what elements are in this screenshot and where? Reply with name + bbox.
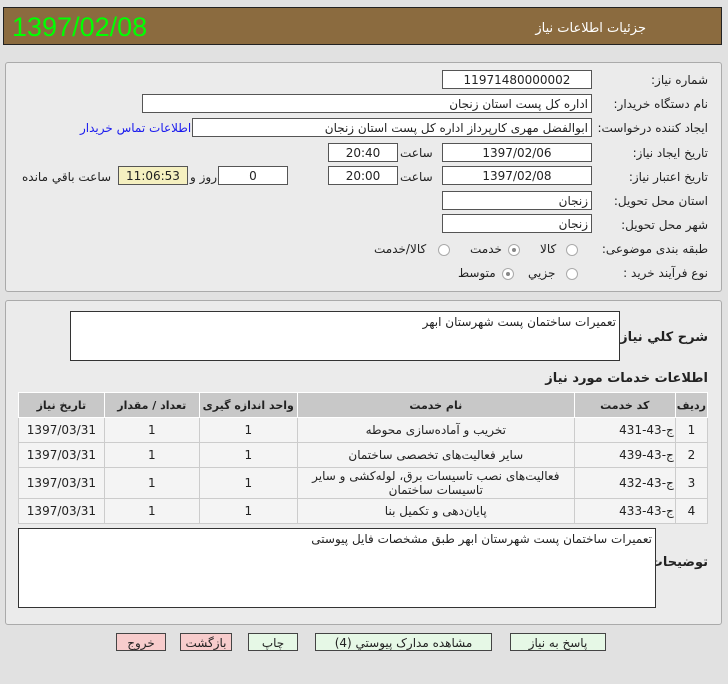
created-date-field: 1397/02/06 bbox=[442, 143, 592, 162]
exit-button[interactable]: خروج bbox=[116, 633, 166, 651]
category-option-both: کالا/خدمت bbox=[374, 242, 427, 256]
city-label: شهر محل تحویل: bbox=[621, 218, 708, 232]
table-cell: 2 bbox=[674, 442, 709, 468]
col-date: تاریخ نیاز bbox=[18, 392, 105, 418]
table-cell: ج-43-433 bbox=[573, 498, 676, 524]
table-cell: 1 bbox=[198, 498, 298, 524]
province-label: استان محل تحویل: bbox=[613, 194, 708, 208]
table-cell: ج-43-432 bbox=[573, 467, 676, 499]
table-cell: پایان‌دهی و تکمیل بنا bbox=[296, 498, 575, 524]
process-option-medium: متوسط bbox=[458, 266, 496, 280]
col-row: ردیف bbox=[674, 392, 709, 418]
validity-date-label: تاریخ اعتبار نیاز: bbox=[628, 170, 708, 184]
reply-button[interactable]: پاسخ به نیاز bbox=[510, 633, 606, 651]
col-code: کد خدمت bbox=[573, 392, 676, 418]
table-cell: سایر فعالیت‌های تخصصی ساختمان bbox=[296, 442, 575, 468]
validity-time-label: ساعت bbox=[400, 170, 433, 184]
table-cell: 1 bbox=[674, 417, 709, 443]
table-cell: 1 bbox=[198, 467, 298, 499]
buyer-contact-link[interactable]: اطلاعات تماس خریدار bbox=[80, 121, 191, 135]
table-cell: 1 bbox=[198, 417, 298, 443]
table-cell: ج-43-431 bbox=[573, 417, 676, 443]
table-cell: 1397/03/31 bbox=[18, 498, 105, 524]
table-cell: 3 bbox=[674, 467, 709, 499]
created-time-field: 20:40 bbox=[328, 143, 398, 162]
buyer-notes-textarea[interactable]: تعمیرات ساختمان پست شهرستان ابهر طبق مشخ… bbox=[18, 528, 656, 608]
table-cell: 1397/03/31 bbox=[18, 467, 105, 499]
table-row: 1 ج-43-431 تخریب و آماده‌سازی محوطه 1 1 1397/… bbox=[18, 417, 709, 443]
table-cell: تخریب و آماده‌سازی محوطه bbox=[296, 417, 575, 443]
validity-date-field: 1397/02/08 bbox=[442, 166, 592, 185]
table-cell: 4 bbox=[674, 498, 709, 524]
requester-label: ایجاد کننده درخواست: bbox=[597, 121, 708, 135]
table-cell: ج-43-439 bbox=[573, 442, 676, 468]
process-label: نوع فرآیند خرید : bbox=[623, 266, 708, 280]
process-radio-medium[interactable] bbox=[502, 268, 514, 280]
requester-field: ابوالفضل مهری کارپرداز اداره کل پست استا… bbox=[192, 118, 592, 137]
col-name: نام خدمت bbox=[296, 392, 575, 418]
table-cell: 1 bbox=[103, 442, 200, 468]
table-row: 4 ج-43-433 پایان‌دهی و تکمیل بنا 1 1 1397/03/… bbox=[18, 498, 709, 524]
buyer-org-field: اداره کل پست استان زنجان bbox=[142, 94, 592, 113]
table-cell: 1 bbox=[198, 442, 298, 468]
services-title: اطلاعات خدمات مورد نیاز bbox=[545, 371, 708, 386]
created-date-label: تاریخ ایجاد نیاز: bbox=[632, 146, 708, 160]
remaining-time-field: 11:06:53 bbox=[118, 166, 188, 185]
province-field: زنجان bbox=[442, 191, 592, 210]
category-label: طبقه بندی موضوعی: bbox=[601, 242, 708, 256]
col-qty: تعداد / مقدار bbox=[103, 392, 200, 418]
view-documents-button[interactable]: مشاهده مدارک پیوستي (4) bbox=[315, 633, 492, 651]
validity-time-field: 20:00 bbox=[328, 166, 398, 185]
print-button[interactable]: چاپ bbox=[248, 633, 298, 651]
table-cell: 1397/03/31 bbox=[18, 442, 105, 468]
table-cell: 1397/03/31 bbox=[18, 417, 105, 443]
city-field: زنجان bbox=[442, 214, 592, 233]
process-option-minor: جزیي bbox=[528, 266, 556, 280]
table-cell: فعالیت‌های نصب تاسیسات برق، لوله‌کشی و س… bbox=[296, 467, 575, 499]
table-cell: 1 bbox=[103, 417, 200, 443]
description-label: شرح کلي نیاز: bbox=[614, 330, 708, 345]
category-option-service: خدمت bbox=[470, 242, 502, 256]
remaining-days-field: 0 bbox=[218, 166, 288, 185]
buyer-org-label: نام دستگاه خریدار: bbox=[613, 97, 709, 111]
days-label: روز و bbox=[190, 170, 217, 184]
table-row: 3 ج-43-432 فعالیت‌های نصب تاسیسات برق، لول… bbox=[18, 467, 709, 499]
category-radio-both[interactable] bbox=[438, 244, 450, 256]
page-header: جزئیات اطلاعات نیاز 1397/02/08 bbox=[3, 7, 722, 45]
category-option-goods: کالا bbox=[540, 242, 557, 256]
header-date: 1397/02/08 bbox=[12, 12, 148, 42]
back-button[interactable]: بازگشت bbox=[180, 633, 232, 651]
need-number-field: 11971480000002 bbox=[442, 70, 592, 89]
need-number-label: شماره نیاز: bbox=[651, 73, 708, 87]
description-textarea[interactable]: تعمیرات ساختمان پست شهرستان ابهر bbox=[70, 311, 620, 361]
remaining-time-label: ساعت باقي مانده bbox=[22, 170, 112, 184]
process-radio-minor[interactable] bbox=[566, 268, 578, 280]
category-radio-goods[interactable] bbox=[566, 244, 578, 256]
table-cell: 1 bbox=[103, 467, 200, 499]
table-cell: 1 bbox=[103, 498, 200, 524]
created-time-label: ساعت bbox=[400, 146, 433, 160]
table-row: 2 ج-43-439 سایر فعالیت‌های تخصصی ساختمان 1 1… bbox=[18, 442, 709, 468]
page-title: جزئیات اطلاعات نیاز bbox=[535, 21, 646, 36]
col-unit: واحد اندازه گیری bbox=[198, 392, 298, 418]
services-table: ردیف کد خدمت نام خدمت واحد اندازه گیری ت… bbox=[18, 392, 709, 524]
category-radio-service[interactable] bbox=[508, 244, 520, 256]
